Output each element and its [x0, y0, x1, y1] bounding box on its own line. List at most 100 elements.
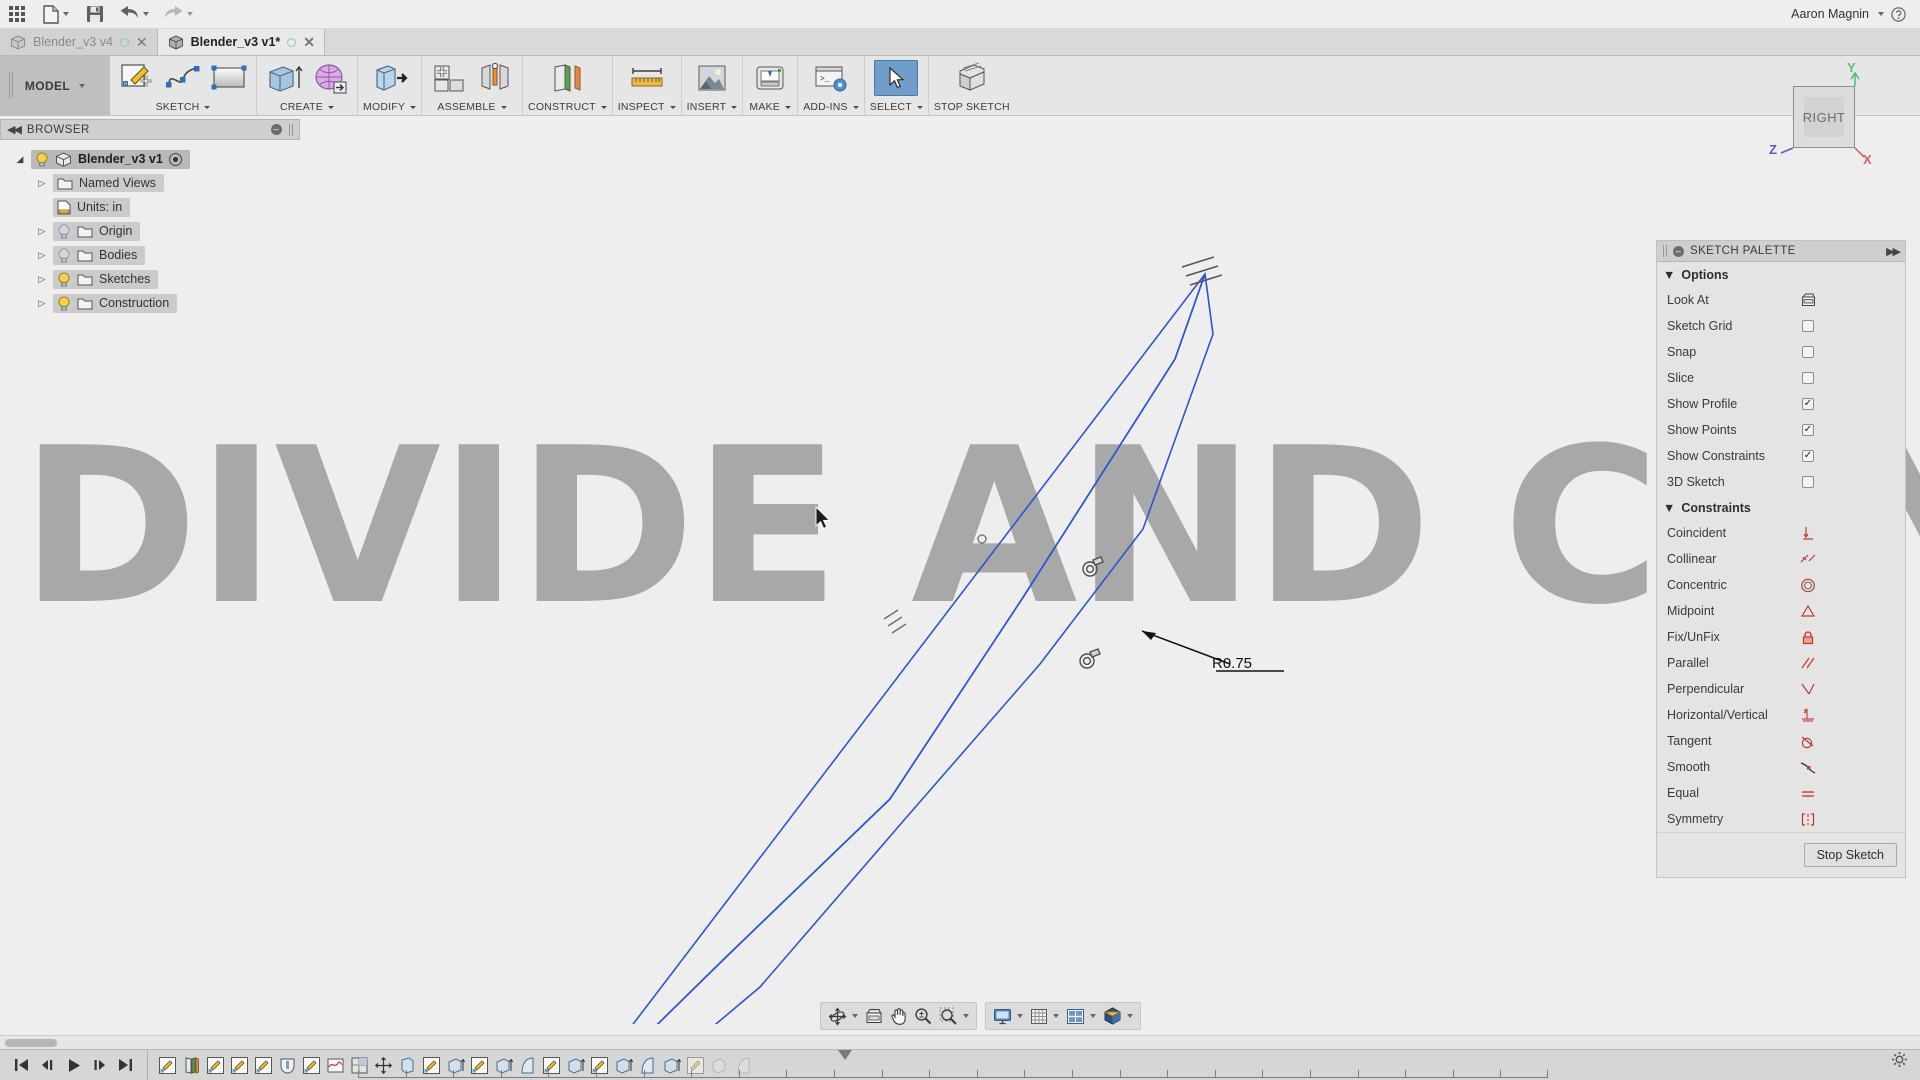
rectangle-button[interactable]: [207, 60, 251, 96]
go-to-end-button[interactable]: [118, 1058, 133, 1072]
ribbon-label-sketch[interactable]: SKETCH: [110, 101, 256, 113]
viewports-button[interactable]: [1063, 1005, 1099, 1027]
help-icon[interactable]: [1890, 6, 1906, 22]
display-settings-button[interactable]: [990, 1005, 1026, 1027]
user-account-area[interactable]: Aaron Magnin: [1791, 6, 1920, 22]
palette-row-show-points[interactable]: Show Points ✓: [1657, 417, 1905, 443]
tree-item-bodies[interactable]: Bodies: [53, 246, 145, 265]
play-button[interactable]: [66, 1058, 81, 1073]
timeline-feature[interactable]: [180, 1054, 202, 1076]
sketch-grid-checkbox[interactable]: [1802, 320, 1814, 332]
lightbulb-icon[interactable]: [57, 248, 71, 263]
expand-triangle-icon[interactable]: ▷: [36, 178, 48, 189]
expand-triangle-icon[interactable]: ▷: [36, 250, 48, 261]
close-icon[interactable]: ✕: [136, 35, 148, 49]
perpendicular-icon[interactable]: [1795, 682, 1821, 697]
palette-row-show-constraints[interactable]: Show Constraints ✓: [1657, 443, 1905, 469]
palette-row-perpendicular[interactable]: Perpendicular: [1657, 676, 1905, 702]
minimize-icon[interactable]: –: [271, 124, 282, 135]
offset-plane-button[interactable]: [545, 60, 589, 96]
select-button[interactable]: [874, 60, 918, 96]
slice-checkbox[interactable]: [1802, 372, 1814, 384]
palette-row-slice[interactable]: Slice: [1657, 365, 1905, 391]
collinear-icon[interactable]: [1795, 552, 1821, 567]
collapse-left-icon[interactable]: ◀◀: [7, 123, 20, 136]
ribbon-label-inspect[interactable]: INSPECT: [613, 101, 681, 113]
pan-button[interactable]: [887, 1005, 910, 1027]
timeline-feature[interactable]: [156, 1054, 178, 1076]
activate-radio-icon[interactable]: [169, 153, 182, 166]
ribbon-label-select[interactable]: SELECT: [865, 101, 928, 113]
tree-item-origin[interactable]: Origin: [53, 222, 140, 241]
smooth-icon[interactable]: [1795, 760, 1821, 775]
show-points-checkbox[interactable]: ✓: [1802, 424, 1814, 436]
expand-triangle-icon[interactable]: ◢: [14, 154, 26, 165]
document-tab-0[interactable]: Blender_v3 v4 ✕: [0, 29, 158, 55]
midpoint-icon[interactable]: [1795, 604, 1821, 619]
press-pull-button[interactable]: [368, 60, 412, 96]
coincident-icon[interactable]: [1795, 526, 1821, 541]
scrollbar-thumb[interactable]: [5, 1039, 57, 1047]
lightbulb-icon[interactable]: [57, 224, 71, 239]
lightbulb-icon[interactable]: [35, 152, 49, 167]
tree-row-sketches[interactable]: ▷ Sketches: [0, 267, 300, 291]
palette-row-collinear[interactable]: Collinear: [1657, 546, 1905, 572]
document-tab-1[interactable]: Blender_v3 v1* ✕: [158, 29, 325, 55]
palette-row-fix-unfix[interactable]: Fix/UnFix: [1657, 624, 1905, 650]
ribbon-label-stop-sketch[interactable]: STOP SKETCH: [929, 101, 1015, 113]
palette-row-parallel[interactable]: Parallel: [1657, 650, 1905, 676]
timeline-feature[interactable]: [204, 1054, 226, 1076]
section-caret-icon[interactable]: ▼: [1663, 268, 1675, 282]
tree-row-construction[interactable]: ▷ Construction: [0, 291, 300, 315]
insert-image-button[interactable]: [690, 60, 734, 96]
create-sketch-button[interactable]: [115, 60, 159, 96]
palette-row-equal[interactable]: Equal: [1657, 780, 1905, 806]
redo-button[interactable]: [156, 1, 200, 28]
show-constraints-checkbox[interactable]: ✓: [1802, 450, 1814, 462]
look-at-button[interactable]: [862, 1005, 886, 1027]
app-grid-button[interactable]: [0, 1, 34, 28]
stop-sketch-button[interactable]: [950, 60, 994, 96]
close-icon[interactable]: ✕: [303, 35, 315, 49]
timeline-settings-button[interactable]: [1891, 1051, 1908, 1073]
tree-item-named-views[interactable]: Named Views: [53, 174, 164, 192]
palette-row-horizontal-vertical[interactable]: Horizontal/Vertical: [1657, 702, 1905, 728]
expand-triangle-icon[interactable]: ▷: [36, 298, 48, 309]
browser-header[interactable]: ◀◀ BROWSER –: [0, 119, 300, 140]
spline-button[interactable]: [161, 60, 205, 96]
symmetry-icon[interactable]: [1795, 812, 1821, 827]
horizontal-scrollbar[interactable]: [0, 1035, 1920, 1049]
3d-print-button[interactable]: [748, 60, 792, 96]
timeline-feature[interactable]: [324, 1054, 346, 1076]
fix-unfix-icon[interactable]: [1795, 630, 1821, 645]
undo-button[interactable]: [112, 1, 156, 28]
ribbon-label-insert[interactable]: INSERT: [682, 101, 743, 113]
equal-icon[interactable]: [1795, 786, 1821, 801]
expand-triangle-icon[interactable]: ▷: [36, 274, 48, 285]
palette-row-tangent[interactable]: Tangent: [1657, 728, 1905, 754]
workspace-switcher[interactable]: MODEL: [0, 56, 110, 115]
expand-triangle-icon[interactable]: ▷: [36, 226, 48, 237]
snap-checkbox[interactable]: [1802, 346, 1814, 358]
section-caret-icon[interactable]: ▼: [1663, 501, 1675, 515]
ribbon-label-construct[interactable]: CONSTRUCT: [523, 101, 612, 113]
scripts-addins-button[interactable]: >_: [809, 60, 853, 96]
palette-row-smooth[interactable]: Smooth: [1657, 754, 1905, 780]
extrude-button[interactable]: [262, 60, 306, 96]
view-cube[interactable]: RIGHT Y X Z: [1765, 58, 1885, 168]
expand-right-icon[interactable]: ▶▶: [1886, 245, 1899, 258]
palette-row-sketch-grid[interactable]: Sketch Grid: [1657, 313, 1905, 339]
tree-item-construction[interactable]: Construction: [53, 294, 177, 313]
palette-section-options[interactable]: ▼ Options: [1657, 262, 1905, 287]
ribbon-label-assemble[interactable]: ASSEMBLE: [422, 101, 522, 113]
measure-button[interactable]: [625, 60, 669, 96]
tree-item-sketches[interactable]: Sketches: [53, 270, 158, 289]
mesh-button[interactable]: [308, 60, 352, 96]
ribbon-label-addins[interactable]: ADD-INS: [798, 101, 864, 113]
tree-row-root[interactable]: ◢ Blender_v3 v1: [0, 147, 300, 171]
stop-sketch-palette-button[interactable]: Stop Sketch: [1804, 843, 1897, 867]
dimension-label[interactable]: R0.75: [1212, 655, 1252, 672]
zoom-window-button[interactable]: [936, 1005, 972, 1027]
go-to-start-button[interactable]: [14, 1058, 29, 1072]
zoom-button[interactable]: [911, 1005, 935, 1027]
